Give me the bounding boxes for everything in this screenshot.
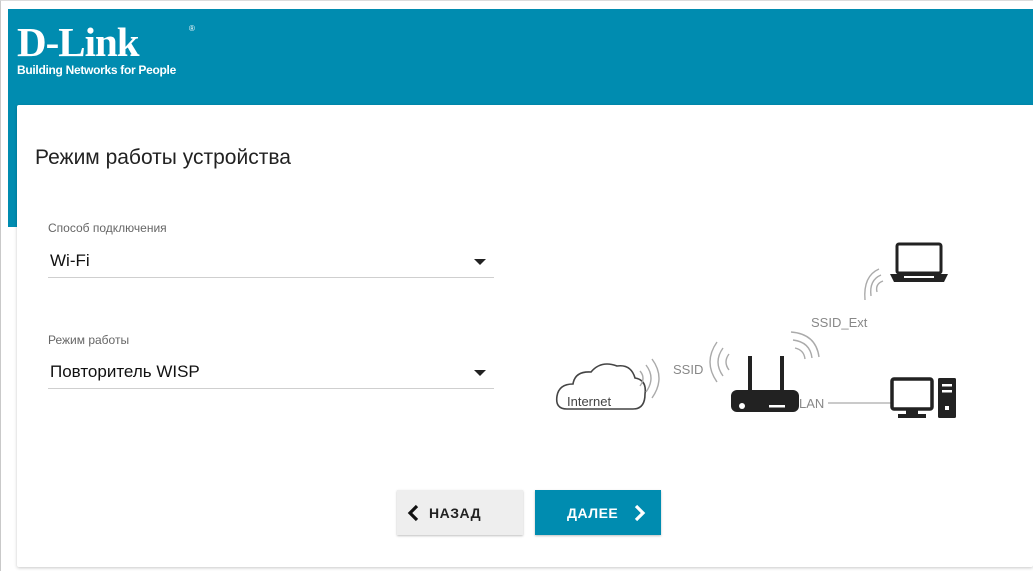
wifi-waves-icon [864, 268, 884, 301]
connection-type-value: Wi-Fi [50, 251, 90, 270]
chevron-down-icon [474, 259, 486, 265]
internet-label: Internet [567, 394, 611, 409]
next-button-label: ДАЛЕЕ [567, 504, 619, 521]
chevron-right-icon [634, 504, 646, 522]
operation-mode-value: Повторитель WISP [50, 362, 200, 381]
ssid-ext-label: SSID_Ext [811, 315, 868, 330]
wifi-waves-icon [790, 331, 820, 360]
next-button[interactable]: ДАЛЕЕ [535, 490, 661, 535]
desktop-icon [890, 377, 956, 418]
connection-type-label: Способ подключения [48, 221, 167, 235]
dlink-logo: D-Link Building Networks for People ® [17, 19, 195, 78]
operation-mode-select[interactable]: Повторитель WISP [48, 357, 494, 389]
logo-tagline: Building Networks for People [17, 63, 176, 77]
router-icon [731, 356, 799, 412]
back-button-label: НАЗАД [429, 504, 482, 521]
page-title: Режим работы устройства [35, 146, 291, 169]
network-diagram: Internet SSID LAN SSID_Ext [555, 236, 975, 426]
wifi-waves-icon [709, 341, 730, 383]
connection-type-select[interactable]: Wi-Fi [48, 246, 494, 278]
logo-registered-mark: ® [189, 24, 195, 33]
back-button[interactable]: НАЗАД [397, 490, 523, 535]
lan-label: LAN [799, 396, 824, 411]
chevron-down-icon [474, 370, 486, 376]
logo-text: D-Link [17, 19, 140, 65]
cloud-icon: Internet [555, 363, 647, 410]
operation-mode-label: Режим работы [48, 333, 130, 347]
ssid-label: SSID [673, 362, 703, 377]
laptop-icon [890, 242, 948, 282]
chevron-left-icon [407, 504, 419, 522]
